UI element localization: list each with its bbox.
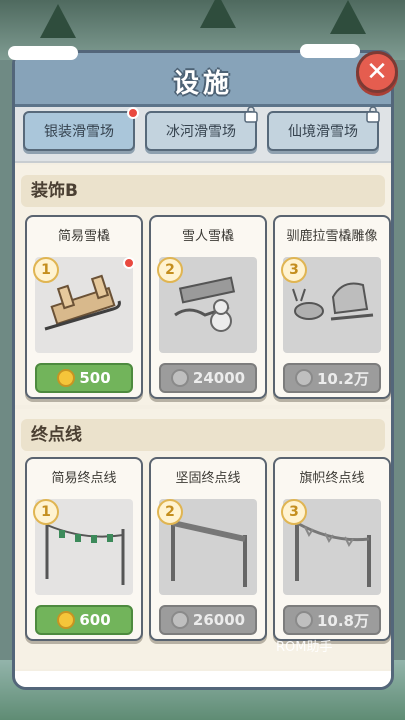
item-card-simple-sled[interactable]: 简易雪橇 1 500 [25,215,143,399]
snow-cap [300,44,360,58]
coin-icon [294,369,313,387]
level-badge: 3 [281,257,307,283]
tree-decoration [40,4,76,38]
level-badge: 1 [33,499,59,525]
level-badge: 2 [157,257,183,283]
snow-cap [8,46,78,60]
watermark: ROM助手 [276,640,333,655]
panel-header: 设施 [15,53,391,107]
coin-icon [57,611,76,629]
tab-silver-ski-resort[interactable]: 银装滑雪场 [23,107,139,151]
coin-icon [170,611,189,629]
price-value: 500 [79,369,111,387]
tab-label: 冰河滑雪场 [166,124,236,140]
panel-bottom-snow [15,671,391,687]
level-badge: 3 [281,499,307,525]
buy-button[interactable]: 10.2万 [283,363,381,393]
notification-dot [123,257,135,269]
panel-title: 设施 [172,69,233,99]
coin-icon [294,611,313,629]
buy-button[interactable]: 10.8万 [283,605,381,635]
facilities-panel: 设施 银装滑雪场 冰河滑雪场 仙境滑雪场 装饰B 简易雪橇 1 500 雪人雪橇… [12,50,394,690]
lock-icon [366,106,380,123]
item-card-simple-finish-line[interactable]: 简易终点线 1 600 [25,457,143,641]
coin-icon [57,369,76,387]
item-name: 雪人雪橇 [181,229,234,244]
level-badge: 2 [157,499,183,525]
close-button[interactable]: ✕ [356,51,398,93]
item-name: 驯鹿拉雪橇雕像 [286,229,378,244]
item-card-banner-finish-line[interactable]: 旗帜终点线 3 10.8万 [273,457,391,641]
item-card-snowman-sled[interactable]: 雪人雪橇 2 24000 [149,215,267,399]
buy-button[interactable]: 600 [35,605,133,635]
tree-decoration [200,0,236,28]
item-name: 旗帜终点线 [299,471,365,486]
level-badge: 1 [33,257,59,283]
price-value: 10.8万 [316,611,369,630]
close-icon: ✕ [366,57,388,87]
tab-label: 银装滑雪场 [44,124,114,140]
buy-button[interactable]: 500 [35,363,133,393]
section-title: 装饰B [21,175,385,207]
price-value: 24000 [192,369,246,387]
item-card-reindeer-sleigh[interactable]: 驯鹿拉雪橇雕像 3 10.2万 [273,215,391,399]
tree-decoration [330,0,366,34]
price-value: 600 [79,611,111,629]
notification-dot [127,107,139,119]
item-name: 坚固终点线 [175,471,241,486]
item-name: 简易雪橇 [57,229,110,244]
tab-label: 仙境滑雪场 [288,124,358,140]
price-value: 26000 [192,611,246,629]
tab-glacier-ski-resort[interactable]: 冰河滑雪场 [145,106,258,151]
item-card-sturdy-finish-line[interactable]: 坚固终点线 2 26000 [149,457,267,641]
section-title: 终点线 [21,419,385,451]
tab-wonderland-ski-resort[interactable]: 仙境滑雪场 [267,106,380,151]
item-name: 简易终点线 [51,471,117,486]
price-value: 10.2万 [316,369,369,388]
buy-button[interactable]: 24000 [159,363,257,393]
lock-icon [244,106,258,123]
coin-icon [170,369,189,387]
buy-button[interactable]: 26000 [159,605,257,635]
